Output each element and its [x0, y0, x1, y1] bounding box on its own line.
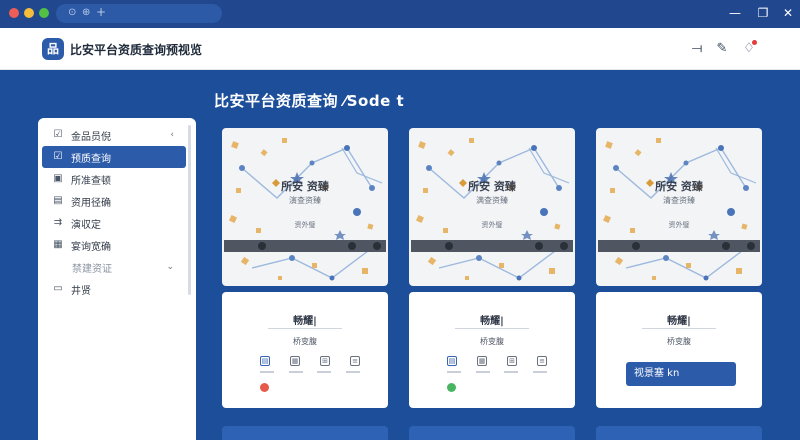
sidebar-item-usage[interactable]: ▤ 资用径确	[42, 190, 186, 212]
sidebar-item-qualification-query[interactable]: ☑ 预质查询	[42, 146, 186, 168]
card-info-subtitle: 桥变腹	[293, 337, 317, 346]
checkbox-icon: ☑	[53, 151, 63, 162]
divider	[268, 328, 342, 329]
divider	[455, 328, 529, 329]
card-info-subtitle: 桥变腹	[480, 337, 504, 346]
qualification-info-card[interactable]: 畅耀| 桥变腹 视景塞 kn	[596, 292, 762, 408]
chevron-left-icon: ‹	[170, 130, 174, 140]
sidebar-item-shared[interactable]: ▭ 井贤	[42, 278, 186, 300]
document-icon: ▣	[53, 173, 63, 184]
sidebar-item-label: 演収定	[71, 219, 101, 231]
notification-badge	[752, 40, 757, 45]
notification-icon[interactable]: ♢	[740, 40, 758, 58]
sidebar-item-audit[interactable]: ▣ 所准查顿	[42, 168, 186, 190]
next-card-partial[interactable]	[222, 426, 388, 440]
next-card-partial[interactable]	[409, 426, 575, 440]
app-logo: 品	[42, 38, 64, 60]
tag-icon[interactable]: ✎	[713, 40, 731, 58]
new-tab-icon[interactable]: +	[96, 5, 106, 19]
view-details-button[interactable]: 视景塞 kn	[626, 362, 736, 386]
card-image-tag: 资外璧	[668, 221, 690, 229]
close-icon[interactable]: ✕	[780, 6, 796, 20]
list-icon: ▤	[53, 195, 63, 206]
document-icon[interactable]: ▦	[477, 356, 487, 366]
card-image-title: 所安 资臻	[281, 180, 329, 193]
sidebar-item-label: 井贤	[71, 285, 91, 297]
card-pattern-image	[223, 137, 387, 282]
sidebar-item-label: 预质查询	[71, 153, 111, 165]
minus-line-icon[interactable]: ⟞	[688, 40, 706, 58]
card-image-tag: 资外璧	[294, 221, 316, 229]
card-info-title: 畅耀|	[667, 316, 691, 327]
browser-titlebar: ⊙ ⊕ + — ❐ ✕	[0, 0, 800, 28]
qualification-image-card[interactable]: 所安 资臻 清查资臻 资外璧	[596, 128, 762, 286]
minimize-window-dot[interactable]	[24, 8, 34, 18]
card-action-icons: ▤ ▦ ⊞ ≡	[447, 356, 547, 368]
view-icon[interactable]: ▤	[260, 356, 270, 366]
card-pattern-image	[410, 137, 574, 282]
restore-icon[interactable]: ❐	[755, 6, 771, 20]
card-image-subtitle: 演查资臻	[289, 196, 321, 205]
sidebar-scrollbar[interactable]	[188, 125, 191, 295]
card-image-subtitle: 清查资臻	[663, 196, 695, 205]
browser-tab[interactable]: ⊙ ⊕ +	[56, 4, 222, 23]
sidebar: ☑ 金品员倪 ‹ ☑ 预质查询 ▣ 所准查顿 ▤ 资用径确 ⇉ 演収定 ▦ 宴询…	[38, 118, 196, 440]
card-info-title: 畅耀|	[293, 316, 317, 327]
status-indicator	[447, 383, 456, 392]
qualification-info-card[interactable]: 畅耀| 桥变腹 ▤ ▦ ⊞ ≡	[409, 292, 575, 408]
next-card-partial[interactable]	[596, 426, 762, 440]
sidebar-item-label: 金品员倪	[71, 131, 111, 143]
card-info-title: 畅耀|	[480, 316, 504, 327]
grid-icon[interactable]: ⊞	[507, 356, 517, 366]
card-image-title: 所安 资臻	[468, 180, 516, 193]
sidebar-item-group[interactable]: 禁建资证 ⌄	[42, 256, 186, 278]
sidebar-item-settings[interactable]: ⇉ 演収定	[42, 212, 186, 234]
minimize-icon[interactable]: —	[727, 6, 743, 20]
folder-icon: ▭	[53, 283, 63, 294]
page-title: 比安平台资质查询 ⁄Sode t	[214, 92, 405, 110]
status-indicator	[260, 383, 269, 392]
qualification-image-card[interactable]: 所安 资臻 满查资臻 资外璧	[409, 128, 575, 286]
qualification-info-card[interactable]: 畅耀| 桥变腹 ▤ ▦ ⊞ ≡	[222, 292, 388, 408]
list-icon[interactable]: ≡	[537, 356, 547, 366]
tab-info-icon: ⊙	[68, 7, 77, 18]
maximize-window-dot[interactable]	[39, 8, 49, 18]
sidebar-item-inquiry[interactable]: ▦ 宴询宽确	[42, 234, 186, 256]
checkbox-icon: ☑	[53, 129, 63, 140]
card-image-subtitle: 满查资臻	[476, 196, 508, 205]
transfer-icon: ⇉	[53, 217, 63, 228]
close-window-dot[interactable]	[9, 8, 19, 18]
card-image-tag: 资外璧	[481, 221, 503, 229]
card-icon-captions	[260, 371, 360, 374]
qualification-image-card[interactable]: 所安 资臻 演查资臻 资外璧	[222, 128, 388, 286]
card-pattern-image	[597, 137, 761, 282]
chevron-down-icon: ⌄	[166, 262, 174, 272]
document-icon[interactable]: ▦	[290, 356, 300, 366]
divider	[642, 328, 716, 329]
card-info-subtitle: 桥变腹	[667, 337, 691, 346]
app-title: 比安平台资质查询预视览	[70, 43, 203, 57]
view-icon[interactable]: ▤	[447, 356, 457, 366]
sidebar-item-label: 禁建资证	[72, 263, 112, 275]
grid-icon[interactable]: ⊞	[320, 356, 330, 366]
tab-plus-circle-icon: ⊕	[82, 7, 91, 18]
list-icon[interactable]: ≡	[350, 356, 360, 366]
card-icon-captions	[447, 371, 547, 374]
sidebar-item-members[interactable]: ☑ 金品员倪 ‹	[42, 124, 186, 146]
sidebar-item-label: 资用径确	[71, 197, 111, 209]
app-header: 品 比安平台资质查询预视览 ⟞ ✎ ♢	[0, 28, 800, 70]
card-image-title: 所安 资臻	[655, 180, 703, 193]
sidebar-item-label: 宴询宽确	[71, 241, 111, 253]
card-action-icons: ▤ ▦ ⊞ ≡	[260, 356, 360, 368]
grid-icon: ▦	[53, 239, 63, 250]
sidebar-item-label: 所准查顿	[71, 175, 111, 187]
